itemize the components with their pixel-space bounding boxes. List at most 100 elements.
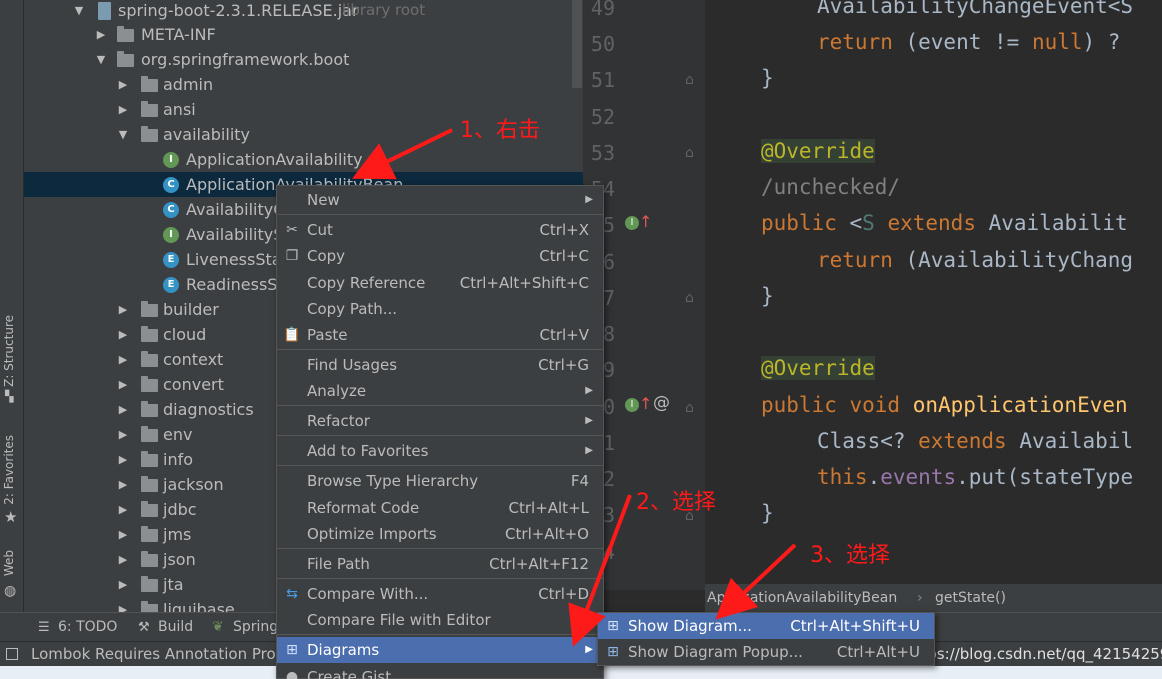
structure-icon: ▚: [5, 390, 14, 403]
left-tool-stripe: Z: Structure ▚ 2: Favorites ★ Web ◍: [0, 0, 24, 612]
tree-item-label: env: [163, 425, 193, 444]
structure-tab[interactable]: Z: Structure: [2, 315, 16, 387]
build-tab[interactable]: Build: [158, 613, 193, 642]
code-line: AvailabilityChangeEvent<S: [817, 0, 1134, 18]
menu-item-show-diagram[interactable]: ⊞ Show Diagram... Ctrl+Alt+Shift+U: [598, 613, 934, 639]
favorites-tab[interactable]: 2: Favorites: [2, 435, 16, 505]
expand-arrow-icon[interactable]: ▶: [116, 522, 130, 547]
submenu-arrow-icon: ▶: [585, 385, 593, 396]
menu-item-browse-type-hierarchy[interactable]: Browse Type Hierarchy F4: [277, 468, 603, 494]
expand-arrow-icon[interactable]: ▶: [116, 97, 130, 122]
collapse-arrow-icon[interactable]: ▼: [94, 47, 108, 72]
interface-icon: I: [163, 152, 179, 168]
tree-item-label: admin: [163, 75, 214, 94]
collapse-arrow-icon[interactable]: ▼: [72, 0, 86, 23]
menu-item-add-to-favorites[interactable]: Add to Favorites ▶: [277, 438, 603, 464]
expand-arrow-icon[interactable]: ▶: [116, 497, 130, 522]
expand-arrow-icon[interactable]: ▶: [116, 472, 130, 497]
globe-icon: ◍: [4, 583, 17, 599]
tree-item-label: info: [163, 450, 194, 469]
override-arrow-icon[interactable]: ↑: [639, 394, 652, 413]
menu-separator: [277, 214, 603, 215]
package-icon: [141, 551, 158, 567]
menu-item-find-usages[interactable]: Find Usages Ctrl+G: [277, 352, 603, 378]
expand-arrow-icon[interactable]: ▶: [116, 347, 130, 372]
expand-arrow-icon[interactable]: ▶: [116, 547, 130, 572]
package-icon: [141, 476, 158, 492]
tree-item-applicationavailability[interactable]: I ApplicationAvailability: [24, 147, 583, 172]
menu-item-copy-path[interactable]: Copy Path...: [277, 296, 603, 322]
tree-jar-row[interactable]: ▼ spring-boot-2.3.1.RELEASE.jar library …: [24, 0, 583, 23]
menu-item-optimize-imports[interactable]: Optimize Imports Ctrl+Alt+O: [277, 521, 603, 547]
tree-item-org-springframework-boot[interactable]: ▼ org.springframework.boot: [24, 47, 583, 72]
fold-icon[interactable]: ⌂: [685, 72, 694, 88]
clipboard-icon: 📋: [283, 327, 301, 343]
menu-item-copy[interactable]: ❐ Copy Ctrl+C: [277, 243, 603, 269]
expand-arrow-icon[interactable]: ▶: [116, 372, 130, 397]
submenu-arrow-icon: ▶: [585, 644, 593, 655]
menu-item-show-diagram-popup[interactable]: ⊞ Show Diagram Popup... Ctrl+Alt+U: [598, 639, 934, 665]
menu-item-analyze[interactable]: Analyze ▶: [277, 378, 603, 404]
web-tab[interactable]: Web: [2, 550, 16, 576]
enum-icon: E: [163, 252, 179, 268]
expand-arrow-icon[interactable]: ▶: [116, 322, 130, 347]
override-arrow-icon[interactable]: ↑: [639, 212, 652, 231]
breadcrumb-class[interactable]: ApplicationAvailabilityBean: [707, 584, 897, 612]
implements-marker-icon[interactable]: I: [625, 398, 639, 412]
menu-item-reformat-code[interactable]: Reformat Code Ctrl+Alt+L: [277, 495, 603, 521]
expand-arrow-icon[interactable]: ▶: [116, 297, 130, 322]
annotation-marker-icon[interactable]: @: [653, 393, 670, 413]
package-icon: [141, 326, 158, 342]
star-icon: ★: [4, 508, 18, 526]
expand-arrow-icon[interactable]: ▶: [116, 597, 130, 612]
code-line: public <S extends Availabilit: [761, 211, 1128, 235]
context-menu: New ▶ ✂ Cut Ctrl+X ❐ Copy Ctrl+C Copy Referen…: [276, 185, 604, 679]
menu-item-refactor[interactable]: Refactor ▶: [277, 408, 603, 434]
github-icon: ●: [285, 669, 299, 679]
implements-marker-icon[interactable]: I: [625, 216, 639, 230]
fold-icon[interactable]: ⌂: [685, 290, 694, 306]
jar-suffix: library root: [342, 1, 426, 19]
menu-item-cut[interactable]: ✂ Cut Ctrl+X: [277, 217, 603, 243]
menu-item-create-gist[interactable]: ● Create Gist...: [277, 664, 603, 679]
expand-arrow-icon[interactable]: ▶: [116, 422, 130, 447]
line-number: 49: [590, 0, 615, 20]
package-icon: [141, 301, 158, 317]
tree-item-label: jdbc: [163, 500, 197, 519]
spring-tab[interactable]: Spring: [233, 613, 278, 642]
todo-tab[interactable]: 6: TODO: [58, 613, 117, 642]
menu-item-compare-with[interactable]: ⇆ Compare With... Ctrl+D: [277, 581, 603, 607]
fold-icon[interactable]: ⌂: [685, 400, 694, 416]
expand-arrow-icon[interactable]: ▶: [94, 22, 108, 47]
tree-item-meta-inf[interactable]: ▶ META-INF: [24, 22, 583, 47]
menu-item-paste[interactable]: 📋 Paste Ctrl+V: [277, 322, 603, 348]
submenu-arrow-icon: ▶: [585, 445, 593, 456]
code-editor[interactable]: AvailabilityChangeEvent<S return (event …: [705, 0, 1162, 590]
status-message[interactable]: Lombok Requires Annotation Proc: [31, 642, 284, 667]
list-icon: ☰: [38, 620, 50, 635]
expand-arrow-icon[interactable]: ▶: [116, 572, 130, 597]
package-icon: [141, 351, 158, 367]
menu-item-new[interactable]: New ▶: [277, 187, 603, 213]
menu-item-compare-file-with-editor[interactable]: Compare File with Editor: [277, 607, 603, 633]
expand-arrow-icon[interactable]: ▶: [116, 397, 130, 422]
expand-arrow-icon[interactable]: ▶: [116, 72, 130, 97]
watermark: https://blog.csdn.net/qq_42154259: [906, 645, 1162, 663]
fold-icon[interactable]: ⌂: [685, 145, 694, 161]
collapse-arrow-icon[interactable]: ▼: [116, 122, 130, 147]
package-icon: [141, 401, 158, 417]
folder-icon: [117, 26, 134, 42]
status-toggle-icon[interactable]: [6, 648, 18, 660]
package-icon: [141, 601, 158, 612]
menu-item-copy-reference[interactable]: Copy Reference Ctrl+Alt+Shift+C: [277, 270, 603, 296]
breadcrumb-method[interactable]: getState(): [935, 584, 1006, 612]
tree-item-label: AvailabilityC: [186, 200, 285, 219]
menu-separator: [277, 634, 603, 635]
expand-arrow-icon[interactable]: ▶: [116, 447, 130, 472]
code-line: Class<? extends Availabil: [817, 429, 1134, 453]
menu-item-diagrams[interactable]: ⊞ Diagrams ▶: [277, 637, 603, 663]
menu-item-file-path[interactable]: File Path Ctrl+Alt+F12: [277, 551, 603, 577]
menu-separator: [277, 578, 603, 579]
tree-item-admin[interactable]: ▶ admin: [24, 72, 583, 97]
tree-scrollbar[interactable]: [572, 0, 582, 88]
